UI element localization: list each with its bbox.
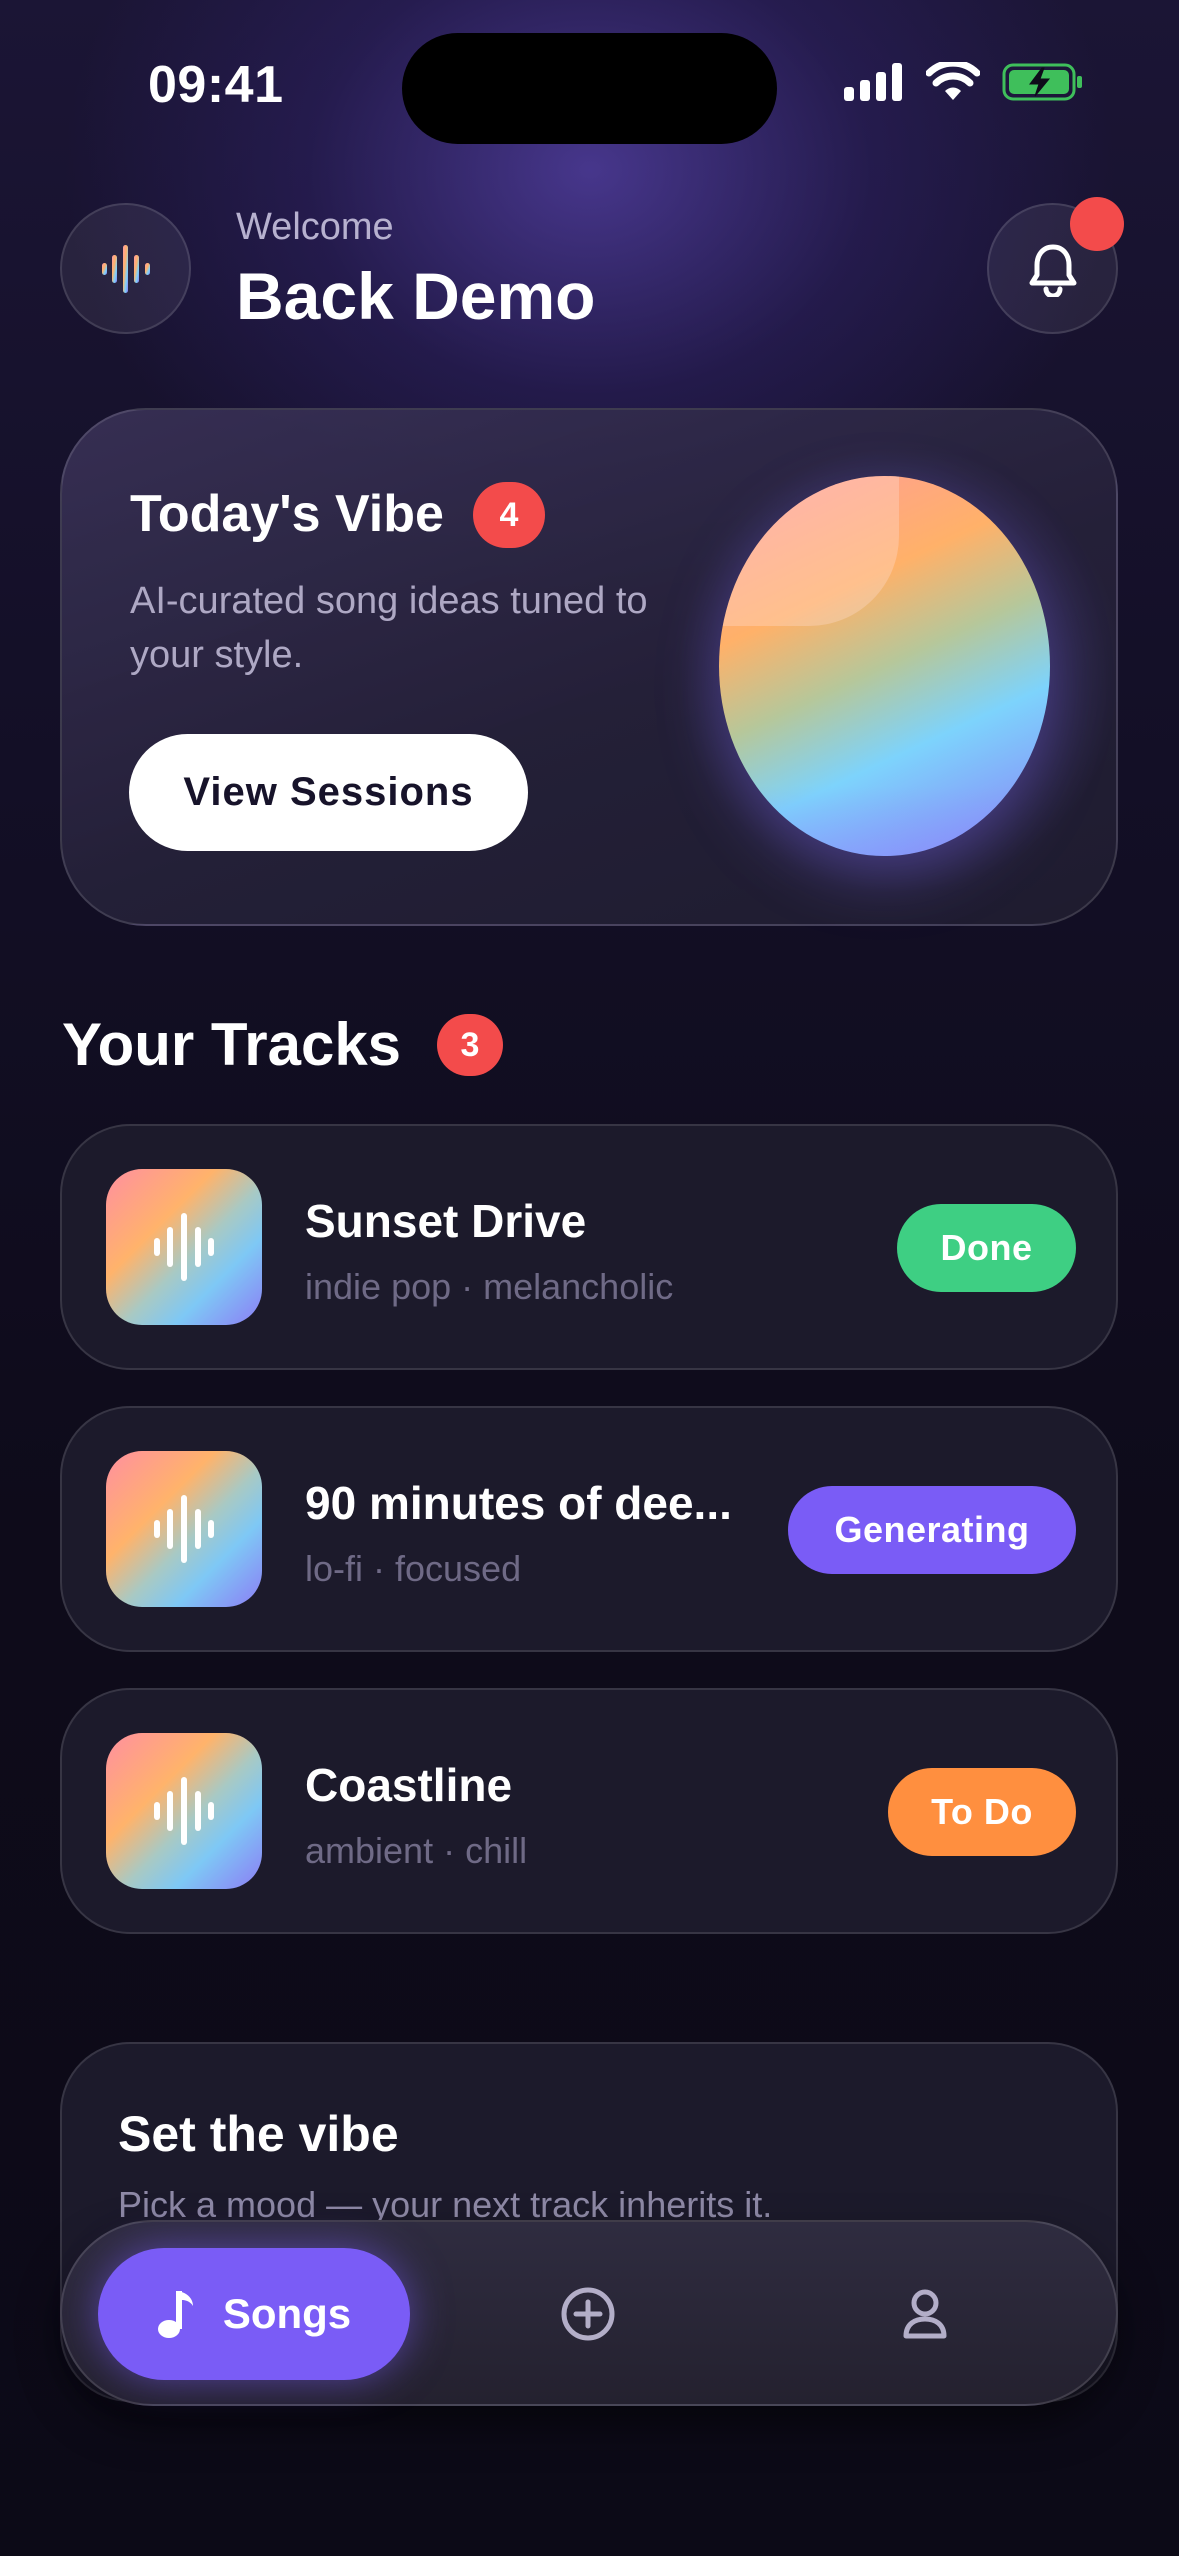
signal-icon — [844, 63, 902, 101]
tracks-section-title: Your Tracks — [62, 1011, 402, 1078]
waveform-icon — [154, 1777, 214, 1845]
tab-add[interactable] — [556, 2282, 620, 2346]
status-badge-todo: To Do — [888, 1768, 1076, 1856]
vibe-title: Today's Vibe — [130, 485, 444, 543]
status-icons — [844, 62, 1084, 102]
status-badge-done: Done — [897, 1204, 1076, 1292]
music-note-icon — [157, 2291, 193, 2338]
track-genre-mood: lo-fi · focused — [305, 1548, 522, 1589]
welcome-label: Welcome — [236, 206, 394, 248]
notification-dot — [1070, 197, 1124, 251]
track-card[interactable]: Sunset Drive indie pop · melancholic Don… — [60, 1124, 1118, 1370]
track-title: 90 minutes of dee... — [305, 1477, 732, 1529]
tracks-count-badge: 3 — [437, 1014, 503, 1076]
vibe-orb — [719, 476, 1050, 856]
dynamic-island — [402, 33, 777, 144]
track-artwork — [106, 1451, 262, 1607]
set-vibe-title: Set the vibe — [118, 2106, 399, 2162]
vibe-description: AI-curated song ideas tuned to your styl… — [130, 580, 648, 676]
bell-icon — [1029, 244, 1076, 297]
status-badge-generating: Generating — [788, 1486, 1076, 1574]
waveform-icon — [154, 1495, 214, 1563]
track-card[interactable]: 90 minutes of dee... lo-fi · focused Gen… — [60, 1406, 1118, 1652]
view-sessions-button[interactable]: View Sessions — [129, 734, 528, 851]
wifi-icon — [926, 62, 980, 100]
tab-songs-label: Songs — [222, 2290, 352, 2337]
status-time: 09:41 — [148, 56, 284, 114]
track-card[interactable]: Coastline ambient · chill To Do — [60, 1688, 1118, 1934]
tab-profile[interactable] — [893, 2282, 957, 2346]
profile-icon — [903, 2289, 947, 2339]
battery-charging-icon — [1002, 63, 1082, 101]
app-logo-button[interactable] — [60, 203, 191, 334]
waveform-logo-icon — [101, 244, 150, 293]
track-artwork — [106, 1169, 262, 1325]
vibe-count-badge: 4 — [473, 482, 545, 548]
user-name: Back Demo — [236, 259, 596, 333]
waveform-icon — [154, 1213, 214, 1281]
track-title: Coastline — [305, 1759, 513, 1811]
track-genre-mood: indie pop · melancholic — [305, 1266, 674, 1307]
plus-circle-icon — [561, 2287, 615, 2341]
track-artwork — [106, 1733, 262, 1889]
track-genre-mood: ambient · chill — [305, 1830, 528, 1871]
track-title: Sunset Drive — [305, 1195, 587, 1247]
tab-songs[interactable]: Songs — [98, 2248, 410, 2380]
